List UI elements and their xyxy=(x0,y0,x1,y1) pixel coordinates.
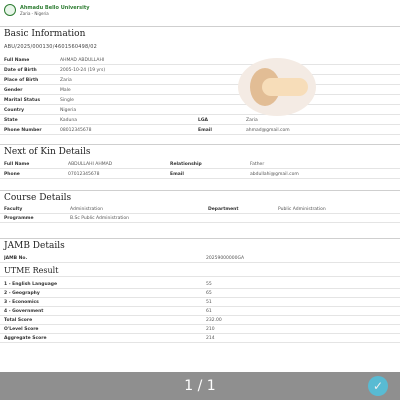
row-label: Email xyxy=(170,172,184,177)
subject-row: 2 - Geography 65 xyxy=(0,289,400,298)
subject-score: 65 xyxy=(206,291,212,296)
row-value: Zaria xyxy=(246,118,258,123)
row-label: Faculty xyxy=(4,207,23,212)
section-title-kin: Next of Kin Details xyxy=(4,147,91,157)
course-section: Course Details xyxy=(0,190,400,204)
document-page: Ahmadu Bello University Zaria - Nigeria … xyxy=(0,0,400,372)
row-value: AHMAD ABDULLAHI xyxy=(60,58,105,63)
score-row: O'Level Score 210 xyxy=(0,325,400,334)
subject-score: 51 xyxy=(206,300,212,305)
subject-label: 4 - Government xyxy=(4,309,44,314)
subject-score: 55 xyxy=(206,282,212,287)
basic-info-section: Basic Information xyxy=(0,26,400,40)
university-city: Zaria - Nigeria xyxy=(20,10,49,16)
score-label: Total Score xyxy=(4,318,33,323)
row-value: Single xyxy=(60,98,74,103)
score-row: Total Score 232.00 xyxy=(0,316,400,325)
section-title-basic: Basic Information xyxy=(4,29,86,39)
row-label: Full Name xyxy=(4,58,30,63)
application-id: ABU/2025/000130/4601560498/02 xyxy=(4,44,98,50)
row-value: Nigeria xyxy=(60,108,77,113)
utme-title: UTME Result xyxy=(4,266,59,275)
subject-row: 4 - Government 61 xyxy=(0,307,400,316)
row-label: Programme xyxy=(4,216,34,221)
info-row: Gender Male xyxy=(0,86,400,95)
info-row: Programme B.Sc Public Administration xyxy=(0,214,400,223)
subject-label: 3 - Economics xyxy=(4,300,39,305)
info-row: Marital Status Single xyxy=(0,96,400,105)
row-label: Date of Birth xyxy=(4,68,37,73)
photo-shape xyxy=(262,78,308,96)
subject-score: 61 xyxy=(206,309,212,314)
score-value: 210 xyxy=(206,327,215,332)
university-logo xyxy=(4,4,16,16)
info-row: State Kaduna LGA Zaria xyxy=(0,116,400,125)
check-glyph: ✓ xyxy=(372,379,384,393)
row-label: Place of Birth xyxy=(4,78,39,83)
subject-label: 1 - English Language xyxy=(4,282,58,287)
info-row: Faculty Administration Department Public… xyxy=(0,205,400,214)
row-value: Father xyxy=(250,162,265,167)
score-row: Aggregate Score 214 xyxy=(0,334,400,343)
row-value: Zaria xyxy=(60,78,72,83)
info-row: Date of Birth 2005-10-24 (19 yrs) xyxy=(0,66,400,75)
score-label: O'Level Score xyxy=(4,327,39,332)
row-value: 20259000000GA xyxy=(206,256,245,261)
document-header: Ahmadu Bello University Zaria - Nigeria xyxy=(4,4,90,16)
info-row: Full Name ABDULLAHI AHMAD Relationship F… xyxy=(0,160,400,169)
info-row: Place of Birth Zaria xyxy=(0,76,400,85)
row-label: Department xyxy=(208,207,239,212)
info-row: Full Name AHMAD ABDULLAHI xyxy=(0,56,400,65)
score-label: Aggregate Score xyxy=(4,336,47,341)
row-label: Marital Status xyxy=(4,98,41,103)
row-label: JAMB No. xyxy=(4,256,28,261)
row-label: Country xyxy=(4,108,25,113)
row-value: Male xyxy=(60,88,71,93)
info-row: Phone Number 08012345678 Email ahmad@gma… xyxy=(0,126,400,135)
row-value: Kaduna xyxy=(60,118,77,123)
row-value: ABDULLAHI AHMAD xyxy=(68,162,113,167)
pdf-viewer: Ahmadu Bello University Zaria - Nigeria … xyxy=(0,0,400,372)
check-icon[interactable]: ✓ xyxy=(368,376,388,396)
viewer-toolbar: 1 / 1 ✓ xyxy=(0,372,400,400)
row-label: Relationship xyxy=(170,162,202,167)
jamb-section: JAMB Details xyxy=(0,238,400,252)
row-value: Public Administration xyxy=(278,207,326,212)
section-title-jamb: JAMB Details xyxy=(4,241,65,251)
section-title-course: Course Details xyxy=(4,193,72,203)
row-value: 07012345678 xyxy=(68,172,100,177)
row-value: B.Sc Public Administration xyxy=(70,216,129,221)
info-row: Phone 07012345678 Email abdullahi@gmail.… xyxy=(0,170,400,179)
info-row: Country Nigeria xyxy=(0,106,400,115)
row-label: Email xyxy=(198,128,212,133)
row-value: 2005-10-24 (19 yrs) xyxy=(60,68,106,73)
row-label: LGA xyxy=(198,118,209,123)
subject-row: 1 - English Language 55 xyxy=(0,280,400,289)
row-label: Phone Number xyxy=(4,128,42,133)
row-label: State xyxy=(4,118,18,123)
row-label: Full Name xyxy=(4,162,30,167)
passport-photo xyxy=(238,58,316,116)
row-label: Gender xyxy=(4,88,23,93)
row-value: abdullahi@gmail.com xyxy=(250,172,299,177)
row-value: Administration xyxy=(70,207,103,212)
score-value: 232.00 xyxy=(206,318,222,323)
score-value: 214 xyxy=(206,336,215,341)
utme-heading: UTME Result xyxy=(0,265,400,277)
row-label: Phone xyxy=(4,172,20,177)
subject-label: 2 - Geography xyxy=(4,291,40,296)
subject-row: 3 - Economics 51 xyxy=(0,298,400,307)
page-counter: 1 / 1 xyxy=(184,378,216,394)
info-row: JAMB No. 20259000000GA xyxy=(0,254,400,263)
row-value: 08012345678 xyxy=(60,128,92,133)
university-name: Ahmadu Bello University xyxy=(20,4,90,11)
row-value: ahmad@gmail.com xyxy=(246,128,290,133)
kin-section: Next of Kin Details xyxy=(0,144,400,158)
